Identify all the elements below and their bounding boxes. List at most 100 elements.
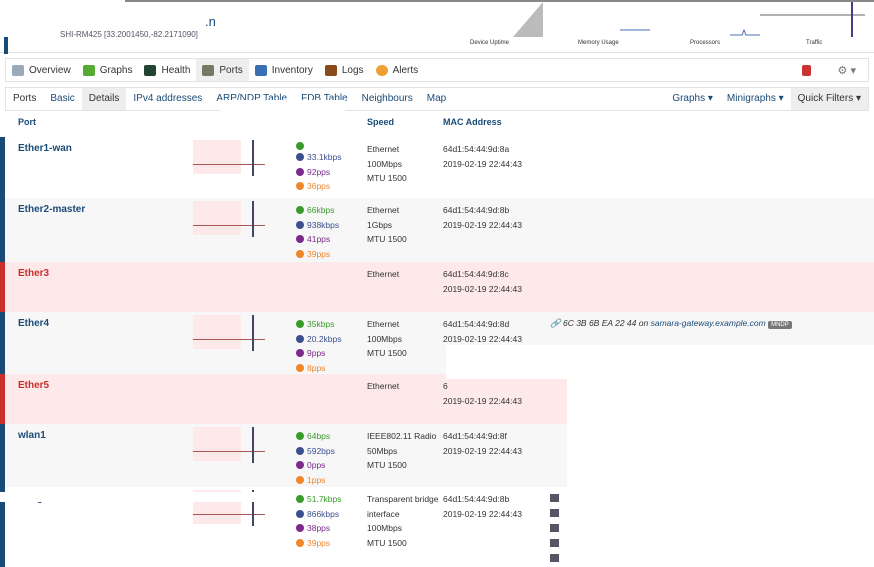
port-status-bar (0, 424, 5, 487)
port-speed: Ethernet 100Mbps MTU 1500 (367, 319, 407, 358)
table-row: Ether2-master 66kbps 938kbps 41pps 39pps… (0, 198, 874, 262)
graphs-dropdown[interactable]: Graphs ▾ (665, 88, 720, 110)
port-status-bar (0, 312, 5, 374)
quick-filters-dropdown[interactable]: Quick Filters ▾ (790, 88, 868, 110)
subnav-details[interactable]: Details (81, 88, 127, 110)
in-rate: 51.7kbps (307, 494, 342, 504)
out-rate: 20.2kbps (307, 333, 342, 344)
table-row: Ether3 Ethernet MTU 150064d1:54:44:9d:8c… (0, 262, 874, 323)
subnav-ports[interactable]: Ports (6, 88, 43, 110)
port-traffic-graph[interactable] (193, 427, 265, 463)
arrow-up-icon (296, 153, 304, 162)
out-rate: 938kbps (307, 219, 340, 230)
arrow-down-icon (296, 524, 304, 533)
port-name-link[interactable]: Ether1-wan (18, 143, 72, 154)
traffic-stats: 33.1kbps 92pps 36pps (296, 142, 342, 194)
port-speed: IEEE802.11 Radio 50Mbps MTU 1500 (367, 431, 437, 470)
port-traffic-graph[interactable] (193, 265, 265, 301)
tab-label: Overview (29, 64, 71, 76)
tab-health[interactable]: Health (138, 59, 196, 81)
device-nav: Overview Graphs Health Ports Inventory L… (5, 58, 869, 82)
status-bar (4, 37, 8, 54)
arrow-down-icon (296, 461, 304, 470)
port-mac: 6 2019-02-19 22:44:43 (443, 381, 522, 406)
tab-graphs[interactable]: Graphs (77, 59, 139, 81)
tab-overview[interactable]: Overview (6, 59, 77, 81)
traffic-stats: 51.7kbps 866kbps 38pps 39pps (296, 492, 342, 550)
port-mac: 64d1:54:44:9d:8a 2019-02-19 22:44:43 (443, 144, 522, 169)
arrow-up-icon (296, 363, 304, 372)
col-port[interactable]: Port (18, 117, 36, 127)
out-pps: 39pps (307, 537, 331, 548)
pdf-icon[interactable] (801, 64, 811, 76)
port-mac: 64d1:54:44:9d:8f 2019-02-19 22:44:43 (443, 431, 522, 456)
minigraph-label: Device Uptime (470, 40, 510, 46)
tab-inventory[interactable]: Inventory (249, 59, 319, 81)
port-name-link[interactable]: Ether5 (18, 380, 49, 391)
subnav-basic[interactable]: Basic (43, 88, 81, 110)
out-rate: 592bps (307, 445, 335, 456)
arrow-up-icon (296, 334, 304, 343)
health-icon (144, 64, 157, 76)
traffic-stats: 35kbps 20.2kbps 9pps 8pps (296, 317, 342, 375)
in-pps: 38pps (307, 523, 331, 533)
device-title: .n (205, 14, 216, 29)
in-pps: 92pps (307, 166, 331, 177)
arrow-down-icon (296, 206, 304, 215)
protocol-badge: MNDP (768, 321, 792, 329)
subnav-ipv4[interactable]: IPv4 addresses (126, 88, 209, 110)
subnav-map[interactable]: Map (420, 88, 453, 110)
port-traffic-graph[interactable] (193, 140, 265, 176)
out-pps: 39pps (307, 248, 331, 259)
traffic-graph[interactable] (760, 2, 865, 37)
neighbour-host-link[interactable]: samara-gateway.example.com (651, 318, 766, 328)
inventory-icon (254, 64, 267, 76)
tab-logs[interactable]: Logs (319, 59, 370, 81)
tab-alerts[interactable]: Alerts (370, 59, 425, 81)
port-name-link[interactable]: Ether2-master (18, 204, 85, 215)
arrow-down-icon (296, 142, 304, 150)
processor-graph[interactable] (730, 27, 760, 37)
member-port-icon (550, 539, 559, 547)
tab-label: Logs (341, 64, 364, 76)
col-mac[interactable]: MAC Address (443, 117, 502, 127)
traffic-stats: 66kbps 938kbps 41pps 39pps (296, 203, 339, 261)
arrow-up-icon (296, 446, 304, 455)
in-pps: 9pps (307, 348, 326, 358)
minigraphs-dropdown[interactable]: Minigraphs ▾ (720, 88, 791, 110)
port-speed: Transparent bridge interface 100Mbps MTU 15… (367, 494, 439, 548)
arrow-up-icon (296, 509, 304, 518)
port-name-link[interactable]: Ether3 (18, 268, 49, 279)
ports-icon (202, 64, 215, 76)
memory-graph[interactable] (620, 27, 650, 33)
device-location: SHI-RM425 [33.2001450,-82.2171090] (60, 30, 198, 39)
minigraph-label: Processors (690, 40, 721, 46)
port-traffic-graph[interactable] (193, 315, 265, 351)
uptime-graph[interactable] (513, 2, 543, 37)
port-traffic-graph[interactable] (193, 377, 265, 413)
port-mac: 64d1:54:44:9d:8b 2019-02-19 22:44:43 (443, 205, 522, 230)
gear-icon[interactable]: ⚙ ▾ (838, 64, 856, 77)
ports-subnav: Ports Basic Details IPv4 addresses ARP/N… (5, 87, 869, 111)
port-name-link[interactable]: Ether4 (18, 318, 49, 329)
out-rate: 33.1kbps (307, 152, 342, 162)
out-pps: 1pps (307, 474, 326, 485)
port-name-link[interactable]: wlan1 (18, 430, 46, 441)
subnav-neighbours[interactable]: Neighbours (355, 88, 420, 110)
out-rate: 866kbps (307, 508, 340, 519)
minigraph-label: Memory Usage (578, 40, 619, 46)
member-port-icon (550, 554, 559, 562)
tab-ports[interactable]: Ports (196, 59, 249, 81)
tab-label: Health (161, 64, 191, 76)
in-rate: 66kbps (307, 205, 335, 215)
col-speed[interactable]: Speed (367, 117, 394, 127)
device-header: .n SHI-RM425 [33.2001450,-82.2171090] De… (0, 0, 874, 54)
port-traffic-graph[interactable] (193, 201, 265, 237)
port-status-bar (0, 374, 5, 424)
arrow-down-icon (296, 320, 304, 329)
out-pps: 8pps (307, 362, 326, 373)
arrow-up-icon (296, 475, 304, 484)
port-status-bar (0, 198, 5, 262)
in-pps: 41pps (307, 234, 331, 244)
port-speed: Ethernet 1Gbps MTU 1500 (367, 205, 407, 244)
